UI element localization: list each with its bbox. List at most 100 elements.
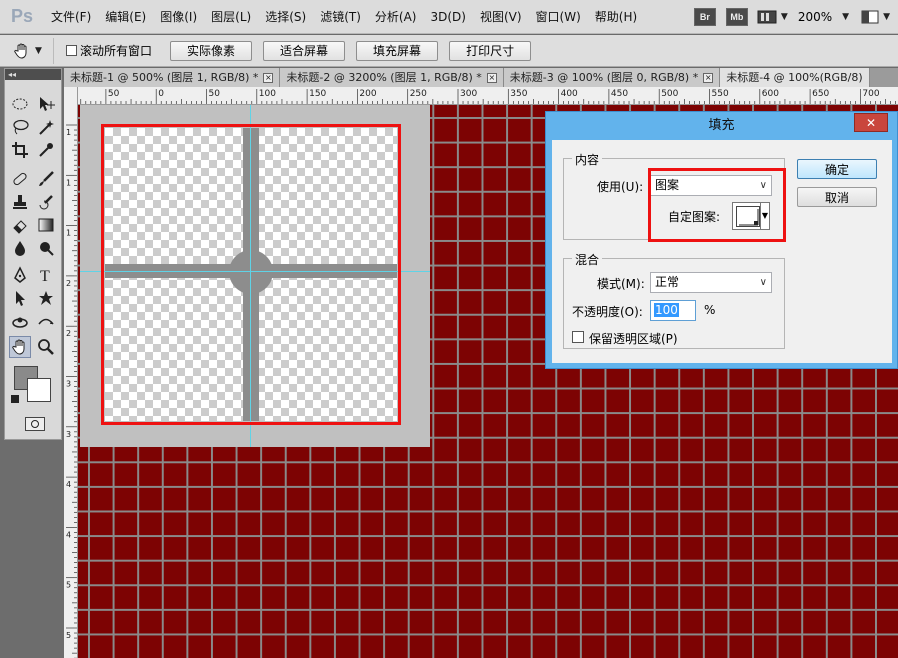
fill-screen-button[interactable]: 填充屏幕 (356, 40, 439, 61)
3d-orbit-tool[interactable] (35, 312, 57, 334)
quick-mask-button[interactable] (25, 417, 45, 431)
pen-tool[interactable] (9, 264, 31, 286)
tab-document-3[interactable]: 未标题-3 @ 100% (图层 0, RGB/8) * × (503, 68, 721, 87)
menu-edit[interactable]: 编辑(E) (98, 8, 153, 25)
ruler-label: 700 (862, 89, 879, 99)
tab-document-1[interactable]: 未标题-1 @ 500% (图层 1, RGB/8) * × (64, 68, 281, 87)
path-selection-tool[interactable] (9, 287, 31, 309)
hand-icon (14, 43, 27, 59)
3d-orbit-icon (38, 318, 54, 325)
menu-analysis[interactable]: 分析(A) (368, 8, 424, 25)
healing-brush-tool[interactable] (9, 168, 31, 190)
ruler-label: 4 (66, 480, 71, 489)
lasso-icon (13, 119, 29, 135)
dialog-body: 内容 使用(U): 图案 ∨ 自定图案: ▼ 混合 模式(M): 正常 ∨ 不透… (552, 140, 892, 363)
3d-rotate-icon (12, 317, 28, 328)
zoom-level[interactable]: 200% (798, 10, 832, 24)
hand-tool[interactable] (9, 336, 31, 358)
brush-icon (39, 171, 54, 186)
bandage-icon (13, 172, 27, 186)
3d-rotate-tool[interactable] (9, 312, 31, 334)
ruler-label: 50 (108, 89, 120, 99)
fit-screen-button[interactable]: 适合屏幕 (263, 40, 346, 61)
dodge-tool[interactable] (35, 237, 57, 259)
ok-button[interactable]: 确定 (797, 159, 877, 179)
chevron-down-icon[interactable]: ▼ (842, 12, 849, 22)
chevron-down-icon: ▼ (780, 12, 788, 22)
menu-view[interactable]: 视图(V) (473, 8, 529, 25)
close-icon[interactable]: × (703, 72, 714, 83)
eyedropper-tool[interactable] (35, 139, 57, 161)
menu-3d[interactable]: 3D(D) (423, 10, 472, 24)
zoom-tool[interactable] (35, 336, 57, 358)
opacity-input[interactable]: 100 (650, 300, 696, 321)
type-tool[interactable]: T (35, 264, 57, 286)
menu-bar: Ps 文件(F) 编辑(E) 图像(I) 图层(L) 选择(S) 滤镜(T) 分… (0, 0, 898, 34)
document-tabs: 未标题-1 @ 500% (图层 1, RGB/8) * × 未标题-2 @ 32… (64, 68, 898, 87)
history-brush-tool[interactable] (35, 191, 57, 213)
blur-tool[interactable] (9, 237, 31, 259)
ruler-label: 550 (712, 89, 729, 99)
menu-filter[interactable]: 滤镜(T) (313, 8, 368, 25)
lasso-tool[interactable] (9, 116, 31, 138)
preserve-transparency-label: 保留透明区域(P) (589, 332, 678, 346)
menu-image[interactable]: 图像(I) (153, 8, 204, 25)
clone-stamp-tool[interactable] (9, 191, 31, 213)
tab-title: 未标题-1 @ 500% (图层 1, RGB/8) * (70, 71, 259, 84)
tools-panel-collapse[interactable]: ◂◂ (5, 69, 61, 80)
close-button[interactable]: ✕ (854, 113, 888, 132)
gradient-tool[interactable] (35, 214, 57, 236)
magic-wand-icon (39, 120, 54, 135)
ruler-label: 100 (259, 89, 276, 99)
tab-title: 未标题-4 @ 100%(RGB/8) (726, 71, 863, 84)
tool-preset-picker[interactable]: ▼ (6, 37, 54, 64)
scroll-all-windows-option[interactable]: 滚动所有窗口 (66, 42, 152, 59)
opacity-label: 不透明度(O): (572, 305, 643, 319)
marquee-tool[interactable] (9, 93, 31, 115)
magic-wand-tool[interactable] (35, 116, 57, 138)
chevron-down-icon: ▼ (35, 45, 42, 56)
history-brush-icon (39, 195, 53, 210)
mini-bridge-button[interactable]: Mb (725, 8, 748, 26)
mode-value: 正常 (655, 275, 680, 289)
preserve-transparency-checkbox[interactable] (572, 331, 584, 343)
close-icon[interactable]: × (486, 72, 497, 83)
ruler-ticks: 50 0 50 100 150 200 250 300 350 400 450 500 550 600 65… (80, 89, 896, 104)
ruler-label: 0 (158, 89, 164, 99)
menu-help[interactable]: 帮助(H) (588, 8, 644, 25)
ruler-label: 2 (66, 329, 71, 338)
ruler-label: 200 (359, 89, 376, 99)
horizontal-ruler[interactable]: 50 0 50 100 150 200 250 300 350 400 450 500 550 600 65… (78, 87, 898, 105)
actual-pixels-button[interactable]: 实际像素 (170, 40, 253, 61)
options-bar: ▼ 滚动所有窗口 实际像素 适合屏幕 填充屏幕 打印尺寸 (0, 35, 898, 67)
background-color-swatch[interactable] (27, 378, 51, 402)
photoshop-logo: Ps (10, 6, 34, 26)
vertical-ruler[interactable]: 111223344556 (64, 87, 78, 658)
close-icon[interactable]: × (263, 72, 274, 83)
menu-file[interactable]: 文件(F) (44, 8, 98, 25)
default-colors-icon[interactable] (11, 395, 19, 403)
arrange-documents-icon[interactable]: ▼ (861, 10, 894, 24)
ruler-label: 5 (66, 581, 71, 590)
tab-document-2[interactable]: 未标题-2 @ 3200% (图层 1, RGB/8) * × (280, 68, 504, 87)
crop-tool[interactable] (9, 139, 31, 161)
scroll-all-windows-checkbox[interactable] (66, 45, 77, 56)
tab-document-4[interactable]: 未标题-4 @ 100%(RGB/8) (720, 68, 870, 87)
print-size-button[interactable]: 打印尺寸 (449, 40, 532, 61)
menu-layer[interactable]: 图层(L) (204, 8, 258, 25)
mode-label: 模式(M): (597, 277, 645, 291)
hand-icon (12, 339, 25, 355)
magnifier-icon (38, 339, 54, 355)
menu-window[interactable]: 窗口(W) (529, 8, 588, 25)
bridge-button[interactable]: Br (693, 8, 716, 26)
blending-legend: 混合 (572, 251, 603, 268)
view-extras-icon[interactable]: ▼ (757, 10, 792, 24)
move-tool[interactable] (35, 93, 57, 115)
menu-select[interactable]: 选择(S) (258, 8, 313, 25)
mode-select[interactable]: 正常 ∨ (650, 272, 772, 293)
brush-tool[interactable] (35, 168, 57, 190)
ruler-label: 300 (460, 89, 477, 99)
eraser-tool[interactable] (9, 214, 31, 236)
cancel-button[interactable]: 取消 (797, 187, 877, 207)
custom-shape-tool[interactable] (35, 287, 57, 309)
